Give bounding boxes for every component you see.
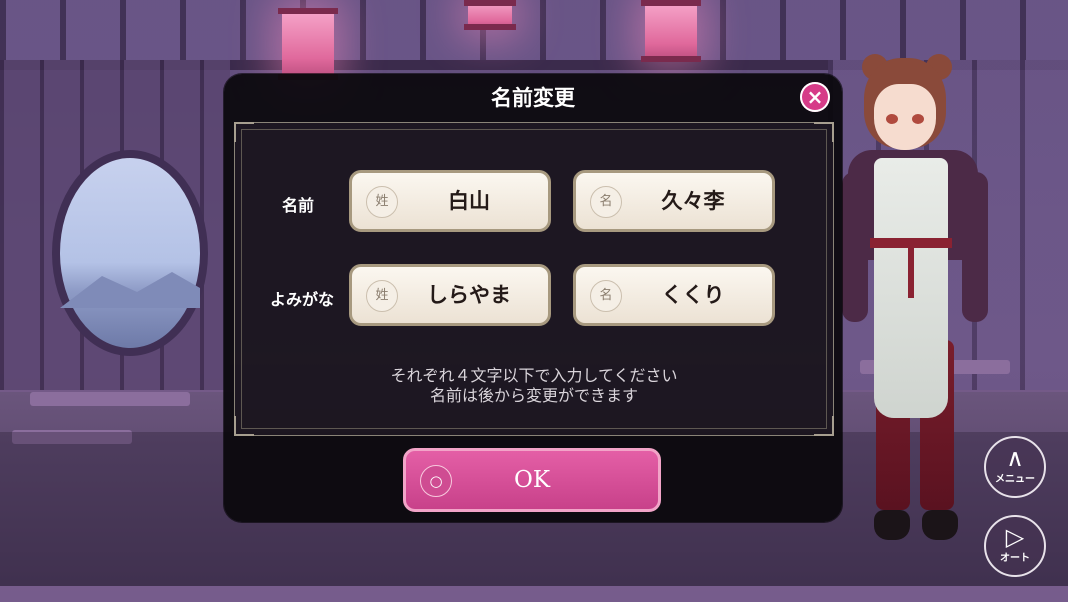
- last-name-reading-field[interactable]: 姓 しらやま: [349, 264, 551, 326]
- input-limit-note: それぞれ４文字以下で入力してください: [390, 366, 678, 385]
- ok-button-label: OK: [513, 467, 551, 493]
- frame-corner: [814, 416, 834, 436]
- eye: [912, 114, 924, 124]
- character: [840, 40, 990, 600]
- frame-corner: [234, 416, 254, 436]
- reading-row-label: よみがな: [269, 290, 334, 309]
- shoe: [922, 510, 958, 540]
- tassel: [908, 248, 914, 298]
- last-name-value: 白山: [448, 189, 490, 213]
- lantern: [641, 0, 701, 62]
- last-name-field[interactable]: 姓 白山: [349, 170, 551, 232]
- menu-button[interactable]: ∧ メニュー: [984, 436, 1046, 498]
- eye: [886, 114, 898, 124]
- first-name-value: 久々李: [661, 189, 725, 213]
- auto-button-label: オート: [1000, 553, 1030, 564]
- first-name-reading-field[interactable]: 名 くくり: [573, 264, 775, 326]
- first-name-tag: 名: [590, 186, 622, 218]
- ok-button[interactable]: ○ OK: [403, 448, 661, 512]
- shoe: [874, 510, 910, 540]
- auto-button[interactable]: ▷ オート: [984, 515, 1046, 577]
- lantern: [278, 8, 338, 80]
- first-name-reading-value: くくり: [661, 283, 725, 307]
- frame-corner: [814, 122, 834, 142]
- menu-button-label: メニュー: [995, 474, 1035, 485]
- last-name-reading-value: しらやま: [427, 283, 511, 307]
- sash: [870, 238, 952, 248]
- first-name-field[interactable]: 名 久々李: [573, 170, 775, 232]
- close-button[interactable]: ×: [800, 82, 830, 112]
- play-icon: ▷: [1005, 523, 1025, 551]
- change-later-note: 名前は後から変更ができます: [429, 386, 638, 405]
- table: [30, 392, 190, 406]
- close-icon: ×: [806, 85, 824, 109]
- dialog-title: 名前変更: [491, 86, 575, 110]
- lantern: [464, 0, 516, 30]
- last-name-reading-tag: 姓: [366, 280, 398, 312]
- last-name-tag: 姓: [366, 186, 398, 218]
- round-window: [52, 150, 208, 356]
- face: [874, 84, 936, 150]
- chevron-up-icon: ∧: [1006, 444, 1024, 472]
- frame-corner: [234, 122, 254, 142]
- name-row-label: 名前: [281, 196, 314, 215]
- first-name-reading-tag: 名: [590, 280, 622, 312]
